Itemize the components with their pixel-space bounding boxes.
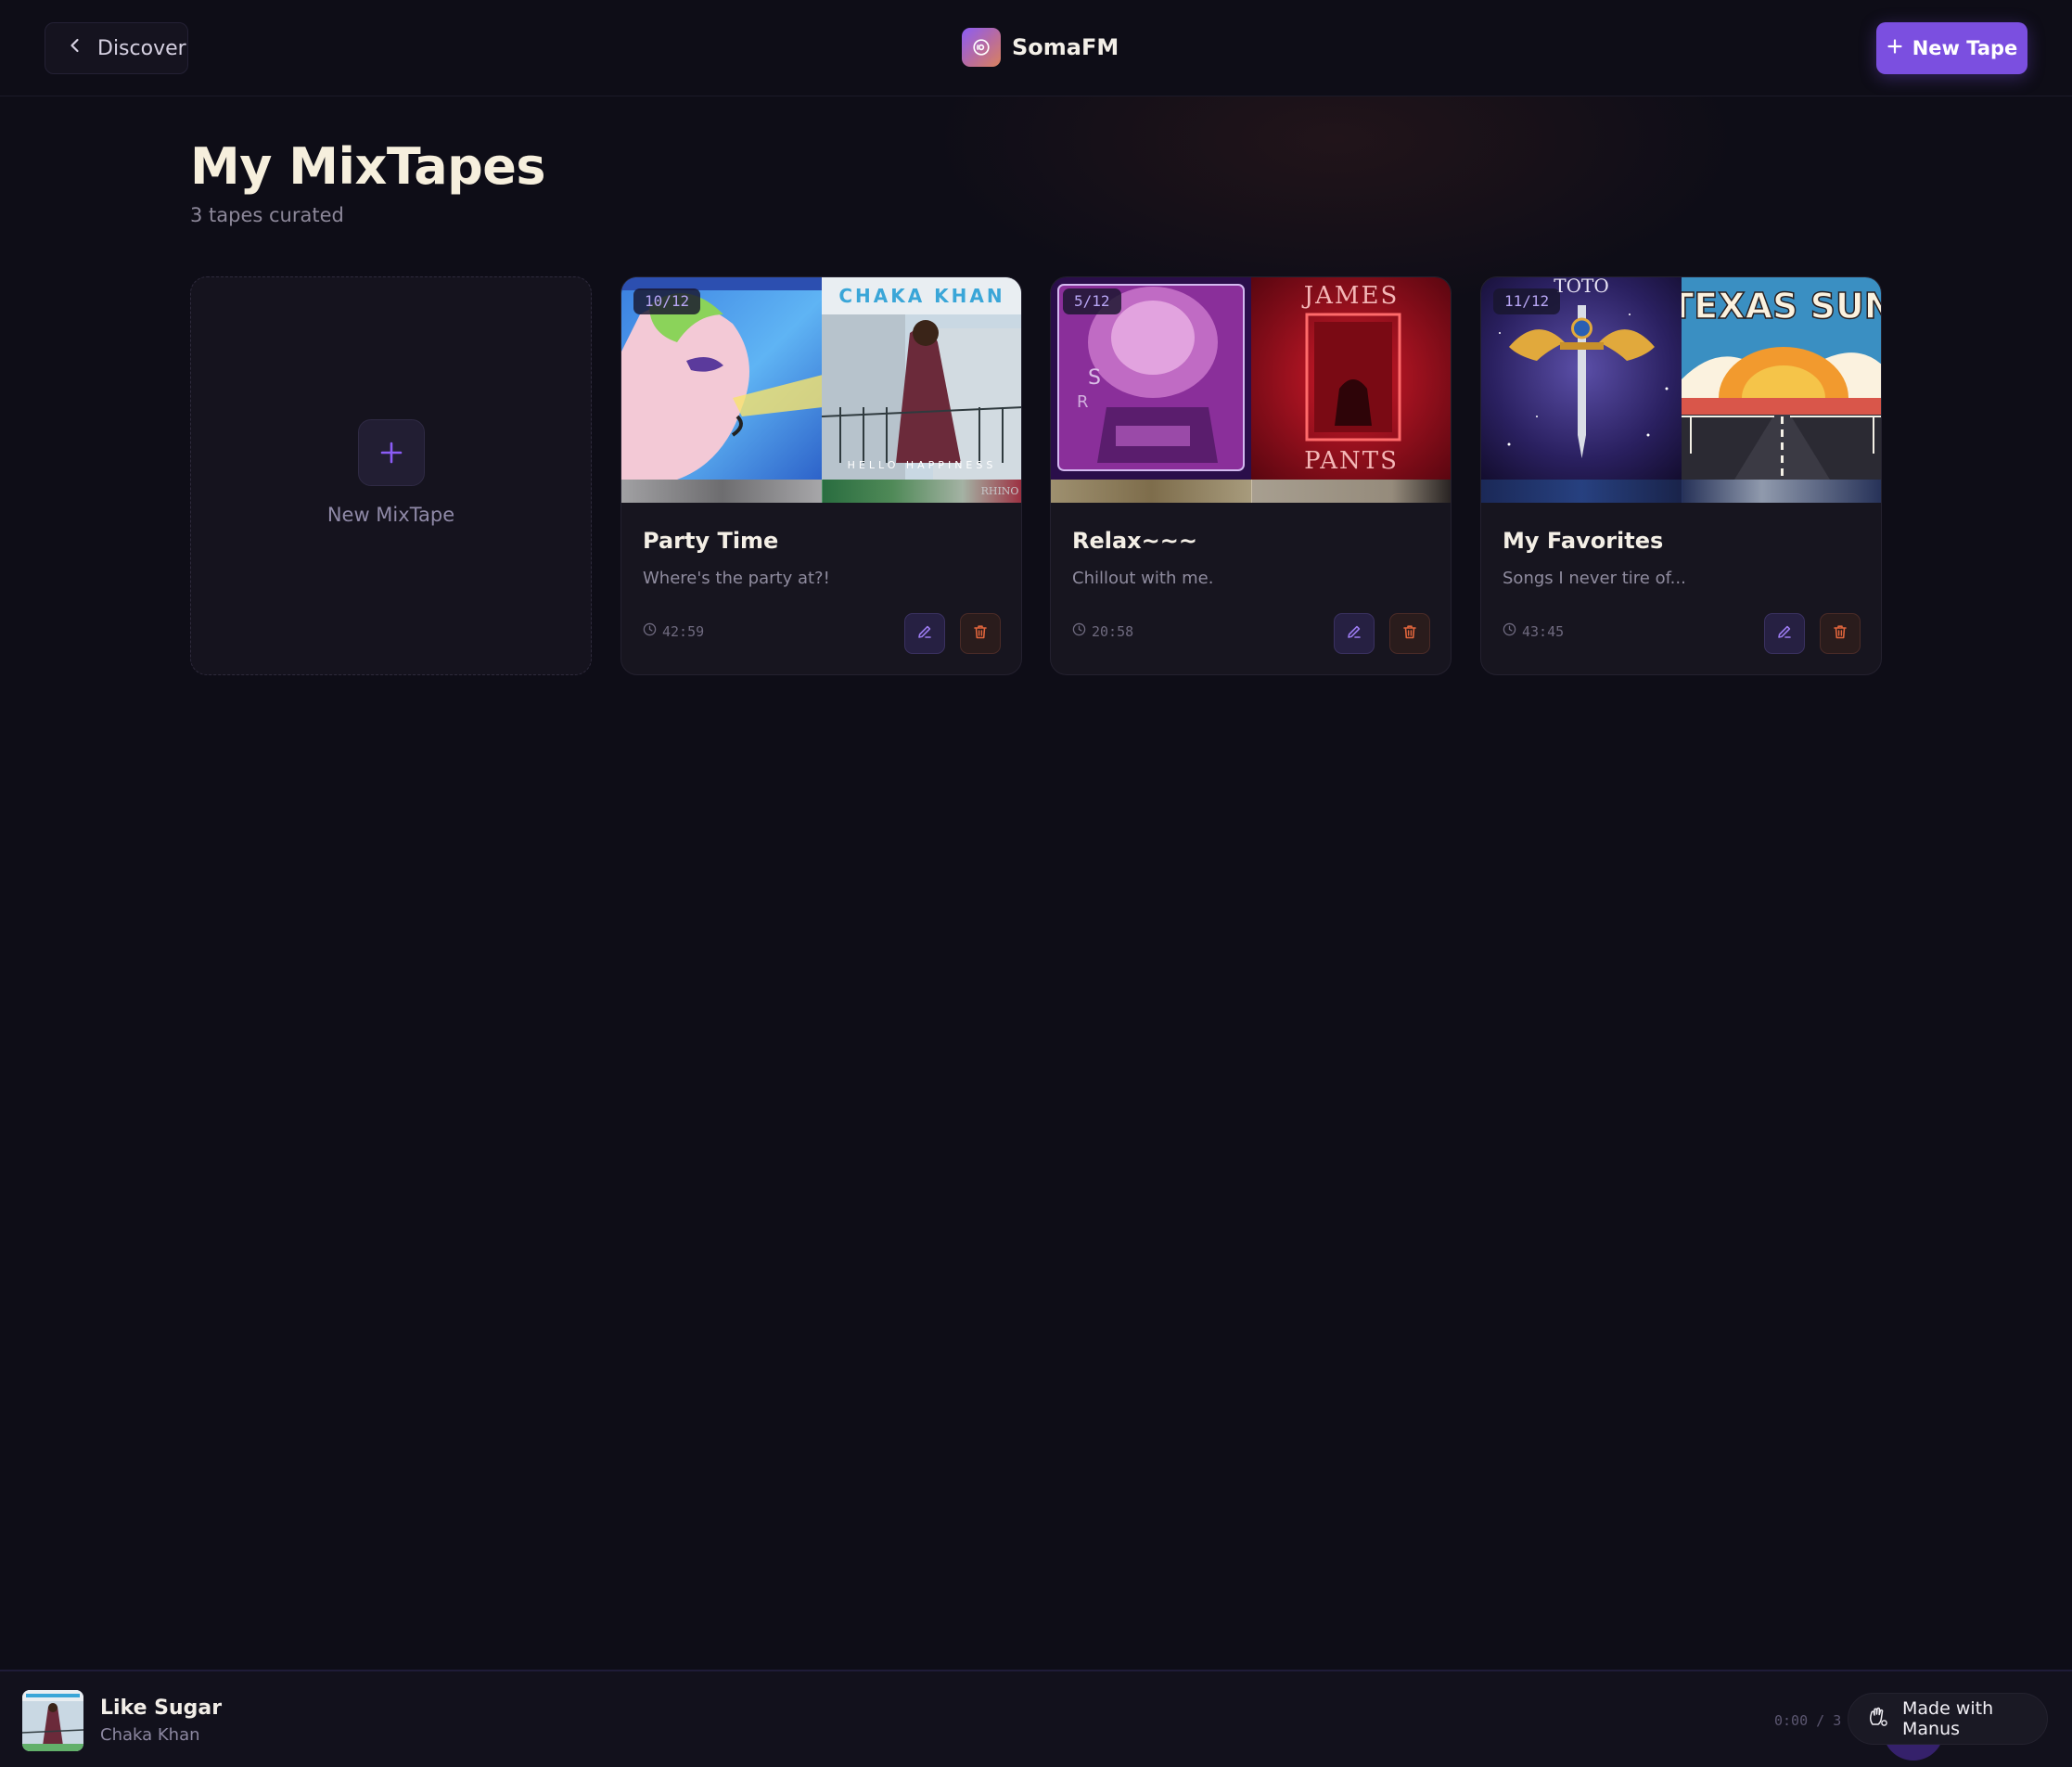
brand[interactable]: SomaFM	[962, 28, 1119, 67]
trash-icon	[1401, 623, 1418, 644]
manus-hand-icon	[1865, 1705, 1889, 1734]
mixtape-card-relax[interactable]: S R JAMES PANTS 5/12 Relax~~~ Chillout w…	[1050, 276, 1452, 675]
pencil-icon	[1776, 623, 1793, 644]
page-title: My MixTapes	[190, 137, 546, 196]
now-playing-title: Like Sugar	[100, 1697, 223, 1720]
pencil-icon	[916, 623, 933, 644]
cover-caption-text: PANTS	[1304, 447, 1399, 475]
track-count-badge: 5/12	[1063, 288, 1121, 314]
playback-time: 0:00 / 3	[1774, 1712, 1842, 1729]
radio-icon	[962, 28, 1001, 67]
mixtape-description: Chillout with me.	[1072, 569, 1214, 588]
clock-icon	[1072, 622, 1086, 640]
mixtape-title: Relax~~~	[1072, 528, 1197, 554]
edit-mixtape-button[interactable]	[1334, 613, 1375, 654]
mixtape-duration: 43:45	[1503, 622, 1564, 640]
clock-icon	[643, 622, 657, 640]
album-cover: TEXAS SUN	[1682, 277, 1882, 480]
pencil-icon	[1346, 623, 1362, 644]
duration-text: 20:58	[1092, 622, 1134, 640]
mixtape-duration: 42:59	[643, 622, 704, 640]
mixtape-description: Where's the party at?!	[643, 569, 830, 588]
cover-artist-text: TEXAS SUN	[1682, 286, 1882, 327]
now-playing-artist: Chaka Khan	[100, 1725, 200, 1745]
album-cover: JAMES PANTS	[1251, 277, 1451, 480]
new-tape-label: New Tape	[1912, 37, 2018, 59]
album-cover-strip: RHINO	[822, 480, 1021, 503]
edit-mixtape-button[interactable]	[904, 613, 945, 654]
svg-text:S: S	[1088, 366, 1101, 390]
discover-back-button[interactable]: Discover	[45, 22, 188, 74]
discover-back-label: Discover	[97, 36, 186, 60]
mixtape-title: Party Time	[643, 528, 779, 554]
clock-icon	[1503, 622, 1516, 640]
cover-collage: TOTO TEXAS SUN	[1481, 277, 1882, 503]
plus-icon	[358, 419, 425, 486]
new-mixtape-card[interactable]: New MixTape	[190, 276, 592, 675]
track-count-badge: 10/12	[633, 288, 701, 314]
trash-icon	[972, 623, 989, 644]
brand-name: SomaFM	[1012, 34, 1119, 60]
delete-mixtape-button[interactable]	[1820, 613, 1861, 654]
delete-mixtape-button[interactable]	[960, 613, 1001, 654]
cover-collage: CHAKA KHAN HELLO HAPPINESS RHINO 10/12	[621, 277, 1021, 503]
track-count-badge: 11/12	[1493, 288, 1561, 314]
duration-text: 43:45	[1522, 622, 1565, 640]
new-mixtape-label: New MixTape	[326, 504, 455, 526]
trash-icon	[1832, 623, 1848, 644]
mixtape-card-my-favorites[interactable]: TOTO TEXAS SUN	[1480, 276, 1882, 675]
cover-artist-text: CHAKA KHAN	[838, 285, 1004, 307]
now-playing-bar: Like Sugar Chaka Khan 0:00 / 3 Made with…	[0, 1670, 2072, 1767]
new-tape-button[interactable]: New Tape	[1876, 22, 2027, 74]
album-cover-strip	[1051, 480, 1252, 503]
made-with-manus-label: Made with Manus	[1902, 1698, 1994, 1739]
mixtape-card-party-time[interactable]: CHAKA KHAN HELLO HAPPINESS RHINO 10/12 P…	[620, 276, 1022, 675]
plus-icon	[1887, 37, 1903, 59]
chevron-left-icon	[66, 36, 84, 60]
album-cover: CHAKA KHAN HELLO HAPPINESS	[822, 277, 1021, 480]
cover-artist-text: TOTO	[1554, 277, 1608, 297]
edit-mixtape-button[interactable]	[1764, 613, 1805, 654]
album-cover-strip	[621, 480, 823, 503]
cover-artist-text: JAMES	[1301, 282, 1400, 310]
svg-text:R: R	[1077, 392, 1089, 412]
now-playing-album-art[interactable]	[22, 1690, 83, 1751]
album-cover-strip	[1481, 480, 1682, 503]
mixtape-title: My Favorites	[1503, 528, 1664, 554]
page-subtitle: 3 tapes curated	[190, 204, 344, 226]
cover-label-text: RHINO	[981, 485, 1019, 497]
app-root: Discover SomaFM New Tape My MixTapes 3 t…	[0, 0, 2072, 1767]
album-cover-strip	[1682, 480, 1881, 503]
duration-text: 42:59	[662, 622, 705, 640]
cover-caption-text: HELLO HAPPINESS	[848, 459, 997, 471]
album-cover-strip	[1251, 480, 1451, 503]
delete-mixtape-button[interactable]	[1389, 613, 1430, 654]
top-header: Discover SomaFM New Tape	[0, 0, 2072, 96]
made-with-manus-badge[interactable]: Made with Manus	[1848, 1693, 2048, 1745]
cover-collage: S R JAMES PANTS 5/12	[1051, 277, 1451, 503]
mixtape-description: Songs I never tire of...	[1503, 569, 1686, 588]
mixtape-duration: 20:58	[1072, 622, 1133, 640]
